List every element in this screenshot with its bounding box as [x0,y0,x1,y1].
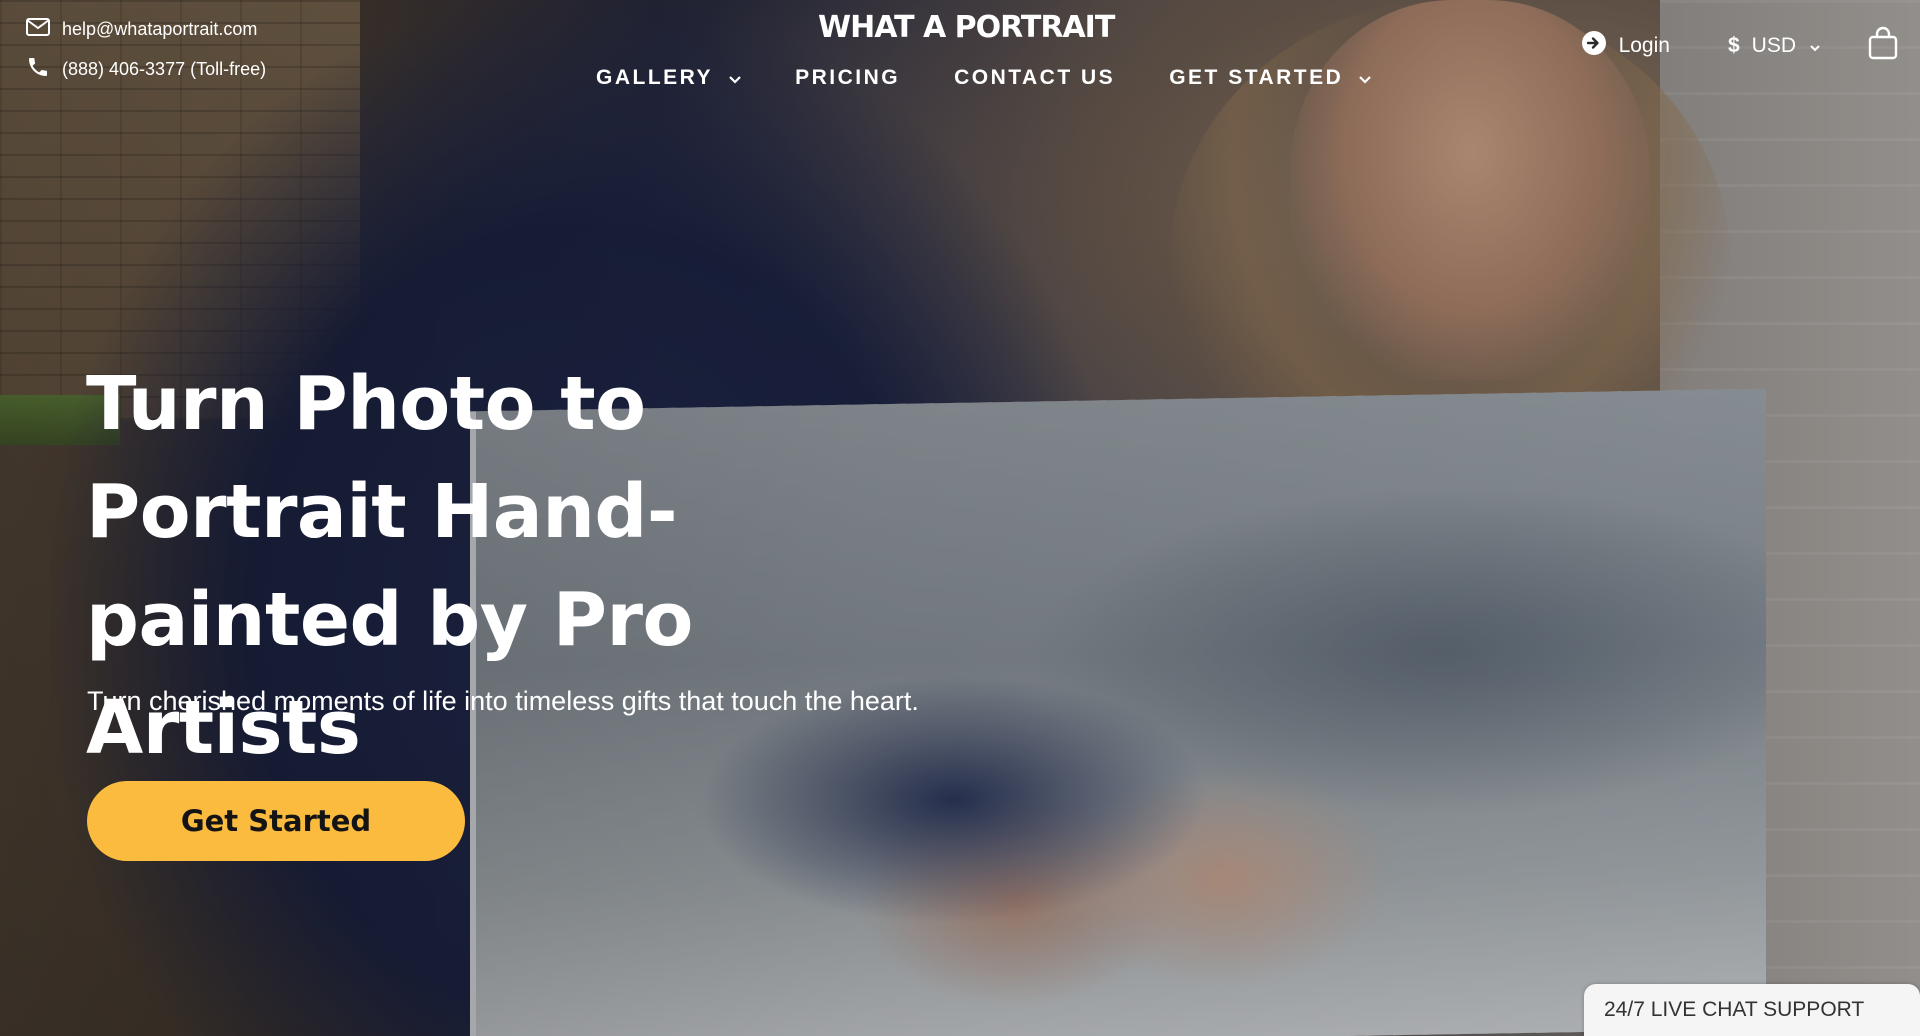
contact-info: help@whataportrait.com (888) 406-3377 (T… [26,14,266,94]
shopping-bag-icon [1868,26,1898,66]
chevron-down-icon [729,66,741,90]
phone-icon [26,55,62,84]
phone-text: (888) 406-3377 (Toll-free) [62,58,267,79]
nav-gallery[interactable]: GALLERY [596,66,741,90]
nav-contact-us[interactable]: CONTACT US [954,66,1115,90]
site-logo[interactable]: WHAT A PORTRAIT [818,10,1115,45]
currency-label: USD [1751,34,1796,57]
get-started-button[interactable]: Get Started [87,781,465,861]
live-chat-tab[interactable]: 24/7 LIVE CHAT SUPPORT [1584,984,1920,1036]
nav-get-started-label: GET STARTED [1169,66,1344,89]
hero-headline: Turn Photo to Portrait Hand-painted by P… [86,361,693,771]
currency-selector[interactable]: $ USD [1728,34,1820,58]
background-siding [1660,0,1920,1036]
nav-gallery-label: GALLERY [596,66,714,89]
chevron-down-icon [1359,66,1372,90]
nav-pricing[interactable]: PRICING [795,66,900,90]
nav-get-started[interactable]: GET STARTED [1169,66,1372,90]
login-arrow-icon [1581,30,1619,62]
nav-contact-us-label: CONTACT US [954,66,1116,89]
login-label: Login [1618,34,1670,57]
email-text: help@whataportrait.com [62,18,258,39]
hero-section: help@whataportrait.com (888) 406-3377 (T… [0,0,1920,1036]
nav-pricing-label: PRICING [795,66,901,89]
mail-icon [26,17,62,41]
email-link[interactable]: help@whataportrait.com [26,14,266,44]
cart-button[interactable] [1868,26,1898,66]
login-link[interactable]: Login [1581,30,1670,62]
header-actions: Login $ USD [1581,26,1898,66]
chevron-down-icon [1810,34,1820,58]
hero-subtext: Turn cherished moments of life into time… [87,686,919,716]
phone-link[interactable]: (888) 406-3377 (Toll-free) [26,54,266,84]
currency-symbol: $ [1727,34,1740,57]
main-nav: GALLERY PRICING CONTACT US GET STARTED [596,66,1425,90]
